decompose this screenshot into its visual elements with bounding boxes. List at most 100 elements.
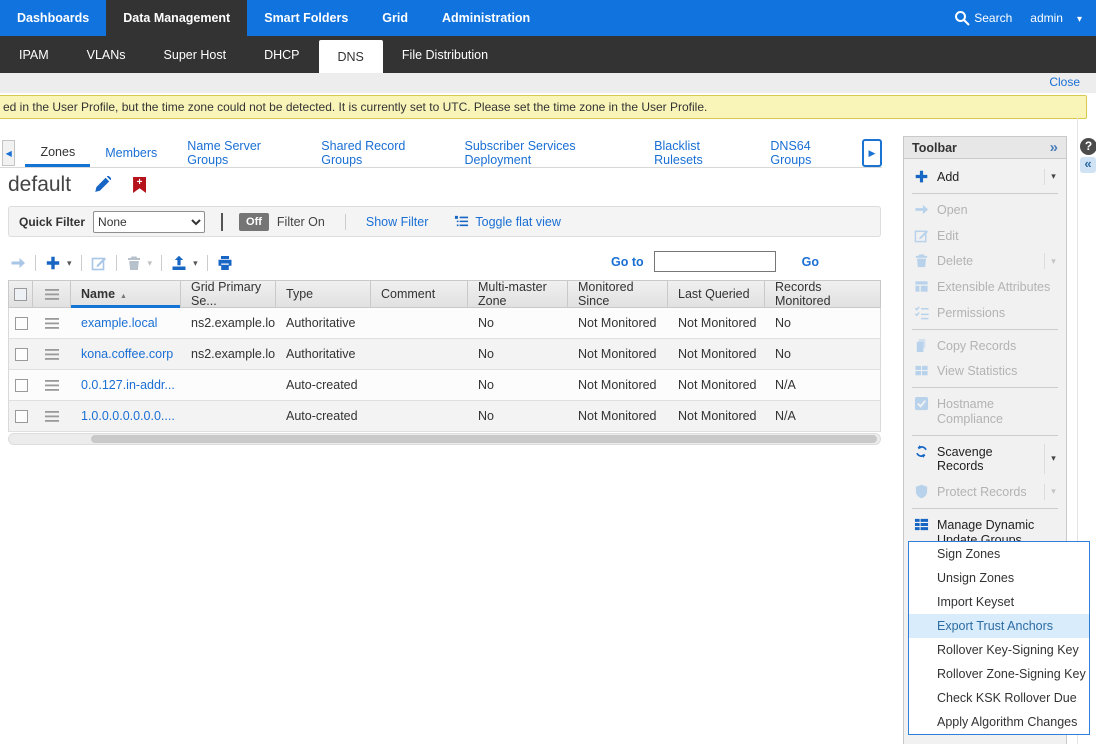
toolbar-permissions[interactable]: Permissions <box>904 300 1066 326</box>
menu-rollover-zone-signing-key[interactable]: Rollover Zone-Signing Key <box>909 662 1089 686</box>
column-header-monitored-since[interactable]: Monitored Since <box>568 281 668 307</box>
scrollbar-thumb[interactable] <box>91 435 877 443</box>
nav-smart-folders[interactable]: Smart Folders <box>247 0 365 36</box>
collapse-panel-icon[interactable] <box>1080 157 1096 173</box>
nav-grid[interactable]: Grid <box>365 0 425 36</box>
tab-blacklist-rulesets[interactable]: Blacklist Rulesets <box>639 139 755 167</box>
global-search-button[interactable]: Search <box>954 10 1012 26</box>
delete-caret-icon[interactable] <box>1044 253 1062 269</box>
subnav-vlans[interactable]: VLANs <box>68 36 145 73</box>
column-header-last-queried[interactable]: Last Queried <box>668 281 765 307</box>
zone-link[interactable]: 0.0.127.in-addr... <box>81 378 175 392</box>
toolbar-scavenge-records[interactable]: Scavenge Records <box>904 439 1066 480</box>
toolbar-copy-records[interactable]: Copy Records <box>904 333 1066 359</box>
edit-title-icon[interactable] <box>93 176 111 194</box>
toolbar-edit[interactable]: Edit <box>904 223 1066 249</box>
nav-dashboards[interactable]: Dashboards <box>0 0 106 36</box>
select-all-checkbox[interactable] <box>9 281 33 307</box>
go-button[interactable]: Go <box>802 255 819 269</box>
add-icon[interactable] <box>45 255 61 271</box>
tab-scroll-right-icon[interactable] <box>862 139 882 167</box>
user-caret-icon <box>1077 11 1082 25</box>
bookmark-add-icon[interactable] <box>133 177 146 193</box>
delete-caret-icon[interactable]: ▾ <box>148 258 153 269</box>
toolbar-protect-records[interactable]: Protect Records <box>904 479 1066 505</box>
help-icon[interactable] <box>1080 138 1096 155</box>
tab-dns64-groups[interactable]: DNS64 Groups <box>755 139 860 167</box>
toolbar-view-statistics[interactable]: View Statistics <box>904 358 1066 384</box>
add-caret-icon[interactable] <box>1044 169 1062 185</box>
menu-unsign-zones[interactable]: Unsign Zones <box>909 566 1089 590</box>
row-checkbox[interactable] <box>15 317 28 330</box>
column-header-type[interactable]: Type <box>276 281 371 307</box>
table-row[interactable]: 1.0.0.0.0.0.0.0.... Auto-created No Not … <box>8 401 881 432</box>
toggle-flat-view-link[interactable]: Toggle flat view <box>475 215 560 229</box>
collapse-toolbar-icon[interactable] <box>1050 139 1058 156</box>
row-menu-icon[interactable] <box>45 318 59 329</box>
toolbar-add[interactable]: Add <box>904 159 1066 190</box>
table-row[interactable]: example.local ns2.example.lo... Authorit… <box>8 308 881 339</box>
scavenge-caret-icon[interactable] <box>1044 444 1062 475</box>
menu-rollover-key-signing-key[interactable]: Rollover Key-Signing Key <box>909 638 1089 662</box>
horizontal-scrollbar[interactable] <box>8 433 881 445</box>
table-row[interactable]: kona.coffee.corp ns2.example.lo... Autho… <box>8 339 881 370</box>
export-caret-icon[interactable]: ▾ <box>193 258 198 269</box>
subnav-super-host[interactable]: Super Host <box>145 36 246 73</box>
column-header-multi-master[interactable]: Multi-master Zone <box>468 281 568 307</box>
row-menu-icon[interactable] <box>45 349 59 360</box>
close-notice-link[interactable]: Close <box>1049 75 1080 89</box>
row-checkbox[interactable] <box>15 379 28 392</box>
toolbar-delete[interactable]: Delete <box>904 248 1066 274</box>
column-header-grid-primary[interactable]: Grid Primary Se... <box>181 281 276 307</box>
protect-caret-icon[interactable] <box>1044 484 1062 500</box>
column-header-comment[interactable]: Comment <box>371 281 468 307</box>
tab-zones[interactable]: Zones <box>25 139 90 167</box>
toolbar-open[interactable]: Open <box>904 197 1066 223</box>
open-icon[interactable] <box>10 255 26 271</box>
subnav-dhcp[interactable]: DHCP <box>245 36 318 73</box>
row-checkbox[interactable] <box>15 410 28 423</box>
quick-filter-select[interactable]: None <box>93 211 205 233</box>
print-icon[interactable] <box>217 255 233 271</box>
tab-scroll-left-icon[interactable] <box>2 140 15 166</box>
toolbar-hostname-compliance[interactable]: Hostname Compliance <box>904 391 1066 432</box>
flat-view-icon[interactable] <box>454 214 469 229</box>
show-filter-link[interactable]: Show Filter <box>366 215 429 229</box>
user-menu[interactable]: admin <box>1030 11 1082 25</box>
row-checkbox[interactable] <box>15 348 28 361</box>
column-header-name[interactable]: Name <box>71 281 181 307</box>
zone-link[interactable]: 1.0.0.0.0.0.0.0.... <box>81 409 175 423</box>
zone-link[interactable]: example.local <box>81 316 157 330</box>
filter-off-toggle[interactable]: Off <box>239 213 269 231</box>
toolbar-extensible-attributes[interactable]: Extensible Attributes <box>904 274 1066 300</box>
tab-subscriber-services-deployment[interactable]: Subscriber Services Deployment <box>449 139 639 167</box>
nav-data-management[interactable]: Data Management <box>106 0 247 36</box>
menu-export-trust-anchors[interactable]: Export Trust Anchors <box>909 614 1089 638</box>
table-row[interactable]: 0.0.127.in-addr... Auto-created No Not M… <box>8 370 881 401</box>
zone-link[interactable]: kona.coffee.corp <box>81 347 173 361</box>
menu-sign-zones[interactable]: Sign Zones <box>909 542 1089 566</box>
menu-import-keyset[interactable]: Import Keyset <box>909 590 1089 614</box>
row-menu-icon[interactable] <box>45 380 59 391</box>
row-menu-icon[interactable] <box>45 411 59 422</box>
toolbar-title: Toolbar <box>912 141 957 155</box>
divider <box>912 193 1058 194</box>
export-icon[interactable] <box>171 255 187 271</box>
header-menu-icon[interactable] <box>33 281 71 307</box>
tab-shared-record-groups[interactable]: Shared Record Groups <box>306 139 449 167</box>
subnav-file-distribution[interactable]: File Distribution <box>383 36 507 73</box>
tab-members[interactable]: Members <box>90 139 172 167</box>
subnav-ipam[interactable]: IPAM <box>0 36 68 73</box>
goto-input[interactable] <box>654 251 776 272</box>
delete-icon[interactable] <box>126 255 142 271</box>
menu-check-ksk-rollover-due[interactable]: Check KSK Rollover Due <box>909 686 1089 710</box>
checkbox[interactable] <box>14 288 27 301</box>
subnav-dns[interactable]: DNS <box>319 40 383 73</box>
cell-grid-primary <box>181 401 276 431</box>
tab-name-server-groups[interactable]: Name Server Groups <box>172 139 306 167</box>
edit-icon[interactable] <box>91 255 107 271</box>
column-header-records-monitored[interactable]: Records Monitored <box>765 281 880 307</box>
add-caret-icon[interactable]: ▾ <box>67 258 72 269</box>
menu-apply-algorithm-changes[interactable]: Apply Algorithm Changes <box>909 710 1089 734</box>
nav-administration[interactable]: Administration <box>425 0 547 36</box>
